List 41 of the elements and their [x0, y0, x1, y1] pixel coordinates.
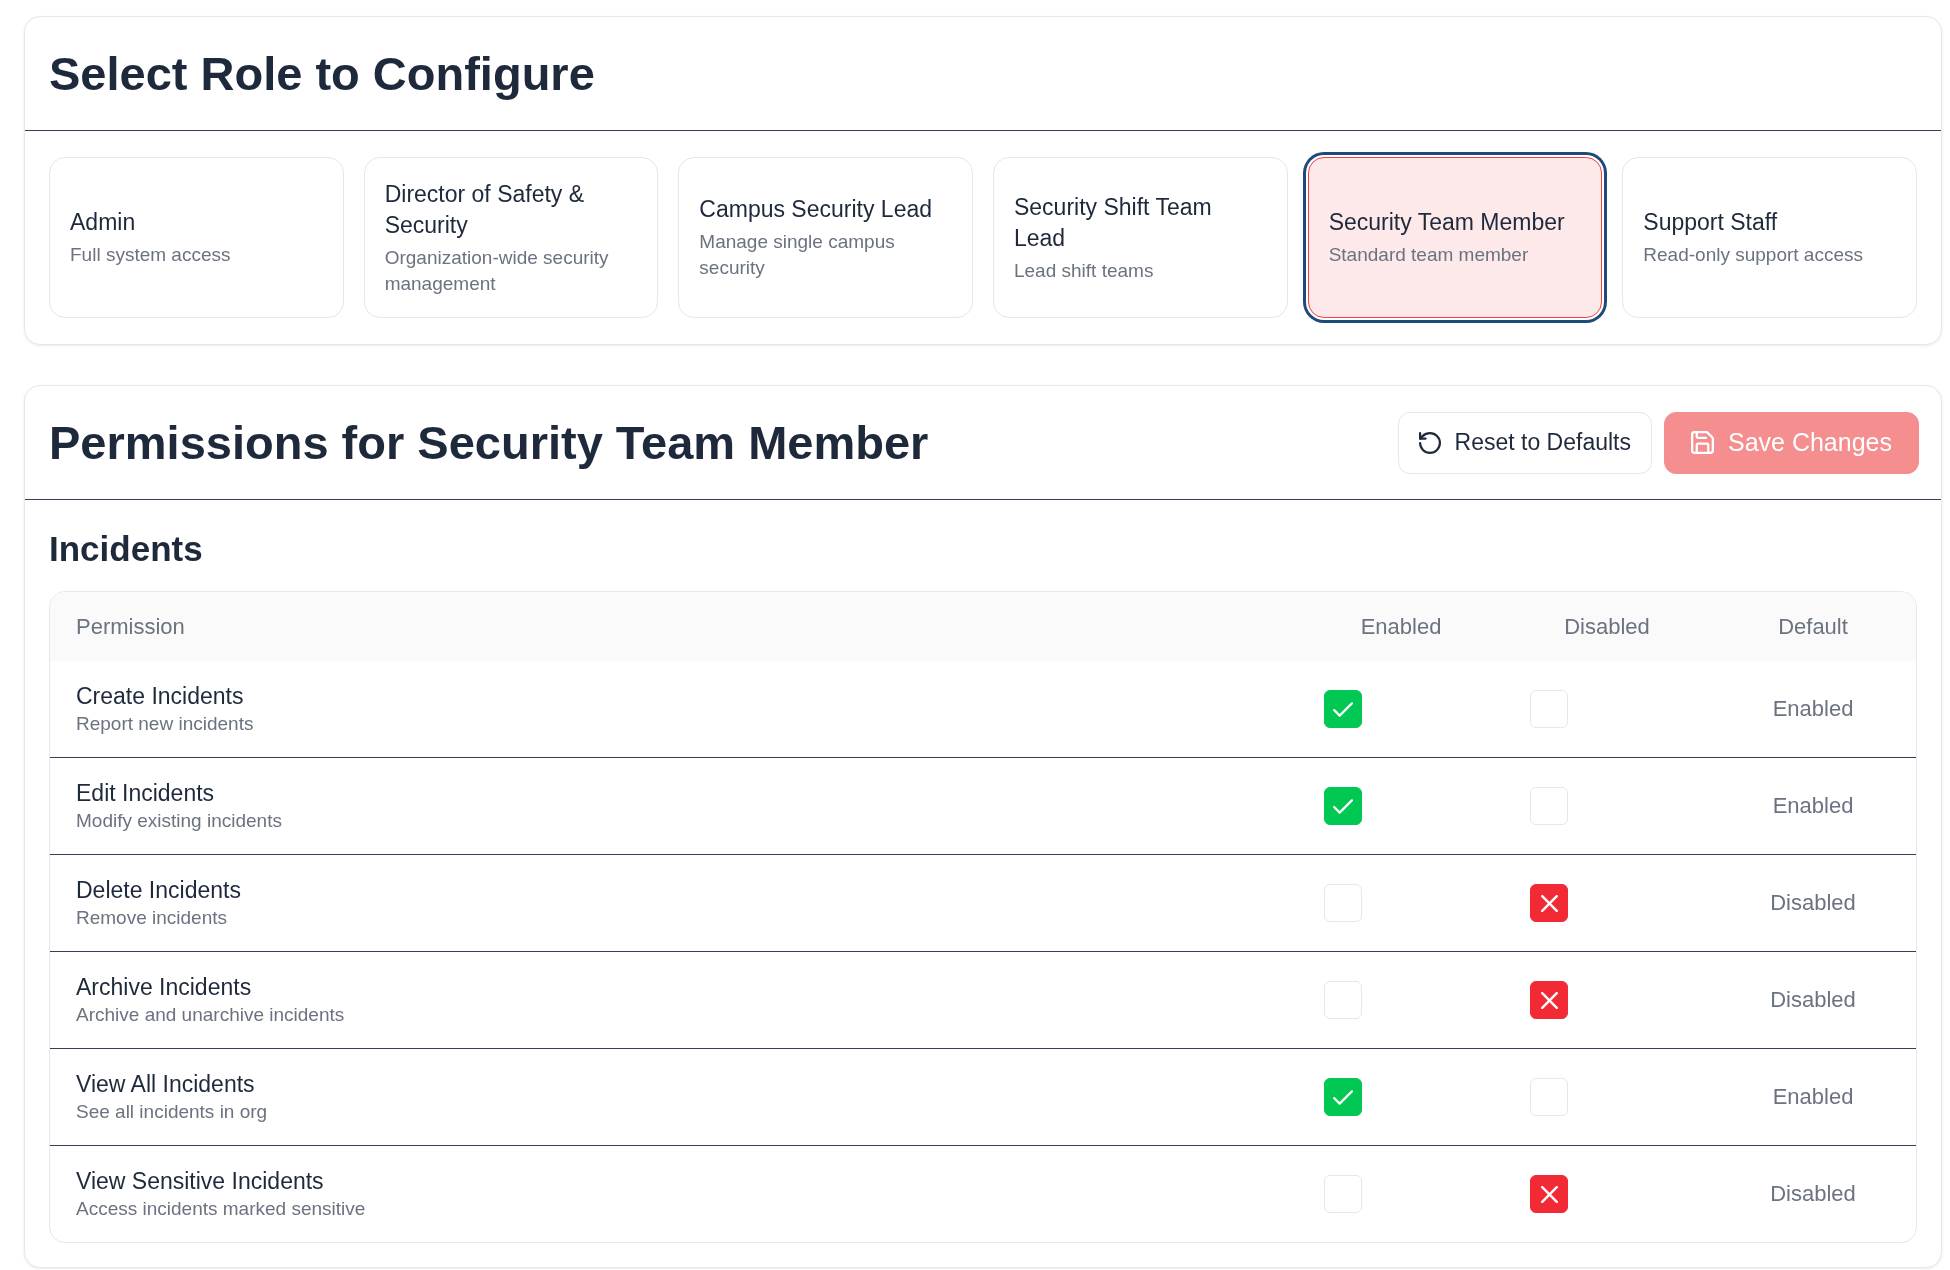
default-value: Enabled: [1772, 695, 1854, 723]
circular-arrow-icon: [1418, 431, 1441, 454]
enabled-checkbox[interactable]: [1324, 787, 1362, 825]
permission-name: View All Incidents: [76, 1069, 255, 1099]
checkmark-icon: [1333, 1089, 1353, 1105]
column-header: Enabled: [1360, 612, 1442, 641]
default-value: Enabled: [1772, 792, 1854, 820]
role-card[interactable]: Support Staff Read-only support access: [1622, 157, 1917, 318]
default-value: Disabled: [1770, 889, 1856, 917]
permission-name: Edit Incidents: [76, 778, 215, 808]
role-card[interactable]: Campus Security Lead Manage single campus security: [678, 157, 973, 318]
checkmark-icon: [1333, 798, 1353, 814]
permission-description: See all incidents in org: [76, 1099, 268, 1124]
permission-name: Create Incidents: [76, 681, 244, 711]
permission-description: Report new incidents: [76, 711, 254, 736]
role-card[interactable]: Director of Safety & Security Organization-wide security management: [363, 157, 659, 318]
permission-name: View Sensitive Incidents: [76, 1166, 324, 1196]
column-header: Permission: [76, 612, 185, 641]
role-card[interactable]: Admin Full system access: [49, 157, 344, 318]
permission-description: Remove incidents: [76, 905, 228, 930]
permission-description: Archive and unarchive incidents: [76, 1002, 345, 1027]
permission-description: Access incidents marked sensitive: [76, 1196, 366, 1221]
default-value: Disabled: [1770, 986, 1856, 1014]
checkmark-icon: [1333, 701, 1353, 717]
default-value: Disabled: [1770, 1180, 1856, 1208]
enabled-checkbox[interactable]: [1324, 1078, 1362, 1116]
column-header: Default: [1778, 612, 1848, 641]
reset-button[interactable]: Reset to Defaults: [1397, 411, 1652, 474]
panel-title: Select Role to Configure: [49, 45, 595, 102]
section-heading: Incidents: [49, 528, 204, 570]
x-mark-icon: [1540, 894, 1558, 912]
x-mark-icon: [1540, 991, 1558, 1009]
x-mark-icon: [1540, 1185, 1558, 1203]
role-card[interactable]: Security Shift Team Lead Lead shift teams: [993, 157, 1288, 318]
column-header: Disabled: [1564, 612, 1650, 641]
permission-description: Modify existing incidents: [76, 808, 282, 833]
default-value: Enabled: [1772, 1083, 1854, 1111]
enabled-checkbox[interactable]: [1324, 690, 1362, 728]
panel-title: Permissions for Security Team Member: [49, 414, 929, 471]
permission-name: Delete Incidents: [76, 875, 241, 905]
permission-name: Archive Incidents: [76, 972, 252, 1002]
